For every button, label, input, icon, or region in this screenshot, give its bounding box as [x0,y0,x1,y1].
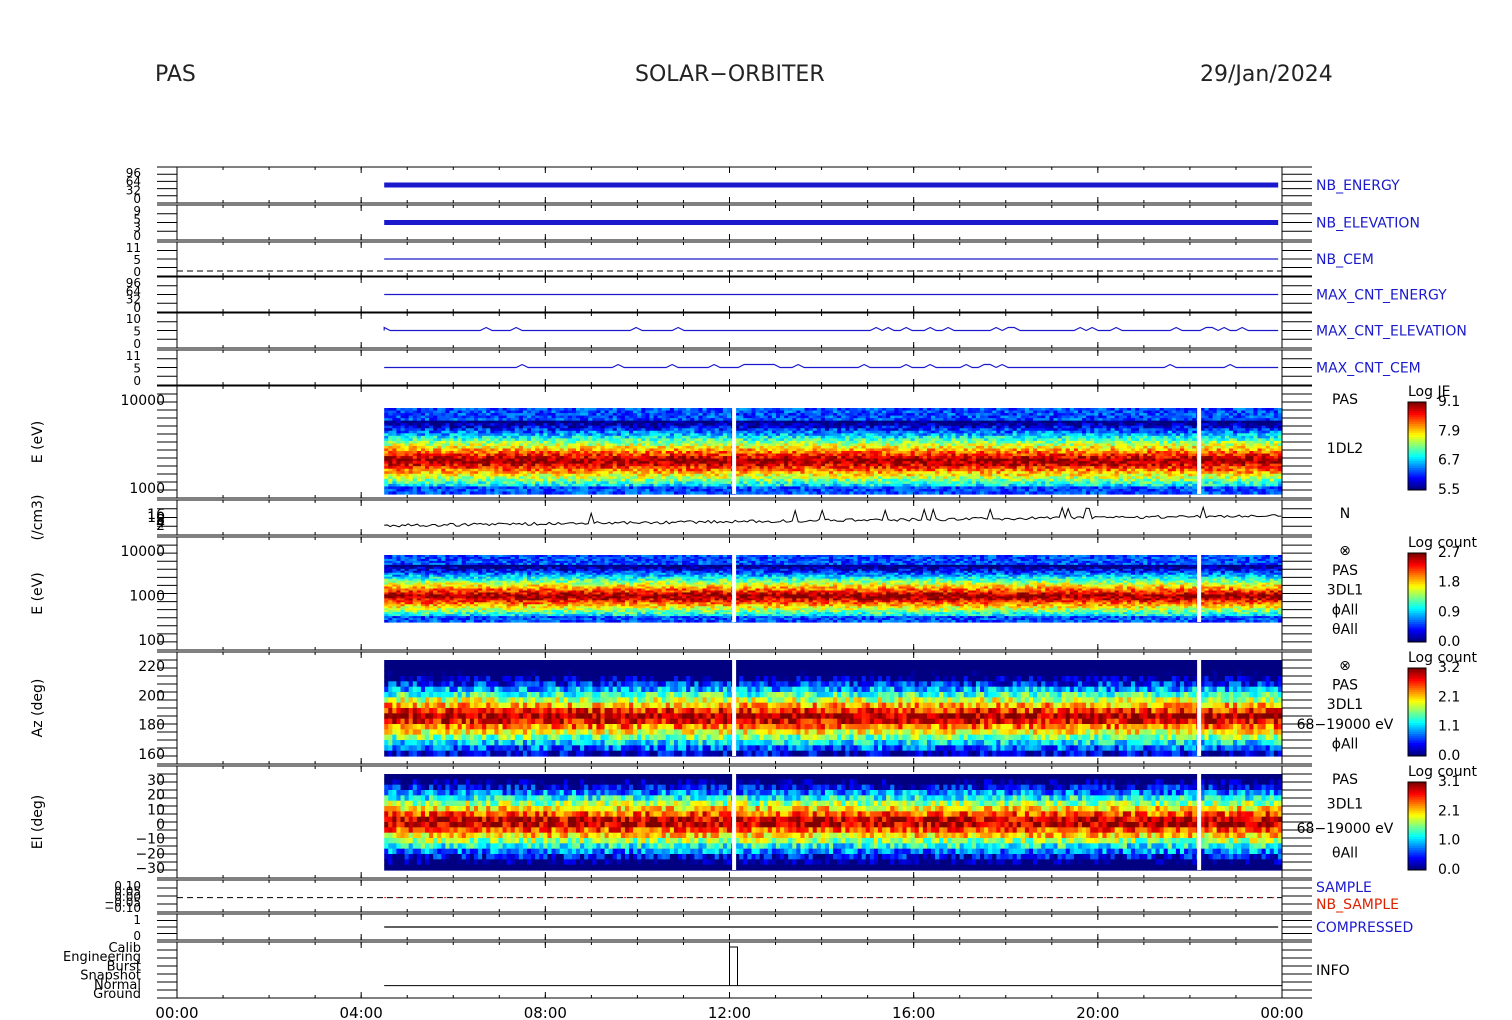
azimuth-colorbar-tick: 1.1 [1438,719,1460,735]
spec_3dl1-colorbar-tick: 2.7 [1438,545,1460,561]
nb_energy-label: NB_ENERGY [1316,178,1400,194]
max_cnt_elevation-label: MAX_CNT_ELEVATION [1316,324,1467,340]
spec_3dl1-gap [1197,555,1202,622]
x-tick-label: 08:00 [524,1004,567,1020]
spec_1dl2-heatmap [384,408,1283,495]
spec_3dl1-heatmap [384,555,1283,623]
azimuth-side-label: 68−19000 eV [1297,717,1394,733]
info-tick-label: Ground [93,987,141,1002]
azimuth-heatmap [384,660,1283,757]
azimuth-side-label: 3DL1 [1327,697,1363,713]
x-tick-label: 20:00 [1076,1004,1119,1020]
elevation-ytick-label: −10 [135,832,165,848]
density-ylabel: (/cm3) [30,495,46,541]
nb_cem-label: NB_CEM [1316,252,1374,268]
azimuth-ytick-label: 220 [138,659,165,675]
elevation-colorbar-tick: 1.0 [1438,833,1460,849]
max_cnt_elevation-trace [383,326,1279,332]
elevation-ytick-label: 20 [147,788,165,804]
azimuth-side-label: ⊗ [1339,658,1351,674]
spec_1dl2-colorbar-tick: 9.1 [1438,394,1460,410]
elevation-gap [732,774,737,870]
elevation-colorbar-tick: 2.1 [1438,803,1460,819]
spec_1dl2-colorbar-tick: 6.7 [1438,453,1460,469]
spec_1dl2-side-label: 1DL2 [1327,441,1363,457]
max_cnt_cem-label: MAX_CNT_CEM [1316,361,1421,377]
spec_3dl1-side-label: PAS [1332,563,1358,579]
elevation-side-label: θAll [1332,846,1358,862]
spec_3dl1-colorbar-tick: 0.0 [1438,634,1460,650]
azimuth-side-label: PAS [1332,678,1358,694]
elevation-ytick-label: −30 [135,861,165,877]
elevation-colorbar-tick: 3.1 [1438,774,1460,790]
elevation-side-label: PAS [1332,772,1358,788]
info-label: INFO [1316,963,1350,979]
x-tick-label: 04:00 [340,1004,383,1020]
spec_3dl1-ytick-label: 100 [138,633,165,649]
spec_1dl2-gap [732,408,737,494]
spec_3dl1-ylabel: E (eV) [30,572,46,614]
spec_1dl2-ytick-label: 1000 [129,481,165,497]
elevation-heatmap [384,774,1283,871]
elevation-ylabel: El (deg) [30,795,46,850]
azimuth-ytick-label: 160 [138,747,165,763]
elevation-side-label: 3DL1 [1327,797,1363,813]
elevation-gap [1197,774,1202,870]
spec_3dl1-colorbar-tick: 1.8 [1438,575,1460,591]
elevation-colorbar [1408,782,1426,871]
spec_1dl2-colorbar [1408,402,1426,491]
spec_1dl2-gap [1197,408,1202,494]
spec_3dl1-ytick-label: 1000 [129,589,165,605]
max_cnt_cem-trace [384,363,1279,369]
sample-label: SAMPLE [1316,880,1372,896]
elevation-side-label: 68−19000 eV [1297,821,1394,837]
compressed-label: COMPRESSED [1316,920,1413,936]
azimuth-gap [1197,660,1202,756]
max_cnt_cem-tick-label: 0 [133,374,141,388]
azimuth-gap [732,660,737,756]
azimuth-colorbar-tick: 0.0 [1438,748,1460,764]
spec_1dl2-ylabel: E (eV) [30,421,46,463]
spec_1dl2-ytick-label: 10000 [120,393,165,409]
spec_3dl1-colorbar [1408,553,1426,643]
azimuth-side-label: ϕAll [1332,736,1359,752]
density-trace [384,505,1282,528]
azimuth-ytick-label: 180 [138,718,165,734]
max_cnt_energy-label: MAX_CNT_ENERGY [1316,288,1447,304]
spec_3dl1-ytick-label: 10000 [120,544,165,560]
spec_3dl1-side-label: ϕAll [1332,602,1359,618]
info-burst [729,946,738,986]
elevation-colorbar-tick: 0.0 [1438,862,1460,878]
azimuth-colorbar-tick: 2.1 [1438,689,1460,705]
elevation-ytick-label: −20 [135,846,165,862]
x-tick-label: 00:00 [155,1004,198,1020]
azimuth-ylabel: Az (deg) [30,679,46,738]
spec_3dl1-side-label: ⊗ [1339,543,1351,559]
spec_3dl1-side-label: θAll [1332,622,1358,638]
compressed-tick-label: 1 [133,913,141,927]
sample-label: NB_SAMPLE [1316,897,1399,913]
density-ytick-label: 2 [156,518,165,534]
spec_3dl1-gap [732,555,737,622]
summary-plot: 9664320NB_ENERGY9530NB_ELEVATION1150NB_C… [30,166,1477,1020]
x-tick-label: 00:00 [1260,1004,1303,1020]
nb_elevation-label: NB_ELEVATION [1316,216,1420,232]
spec_1dl2-side-label: PAS [1332,392,1358,408]
spec_1dl2-colorbar-tick: 5.5 [1438,482,1460,498]
azimuth-colorbar [1408,668,1426,757]
x-tick-label: 16:00 [892,1004,935,1020]
azimuth-ytick-label: 200 [138,688,165,704]
spec_3dl1-colorbar-tick: 0.9 [1438,604,1460,620]
x-tick-label: 12:00 [708,1004,751,1020]
spec_3dl1-side-label: 3DL1 [1327,583,1363,599]
elevation-ytick-label: 30 [147,773,165,789]
spec_1dl2-colorbar-tick: 7.9 [1438,423,1460,439]
azimuth-colorbar-tick: 3.2 [1438,660,1460,676]
elevation-ytick-label: 10 [147,802,165,818]
elevation-ytick-label: 0 [156,817,165,833]
density-side-label: N [1340,506,1350,522]
